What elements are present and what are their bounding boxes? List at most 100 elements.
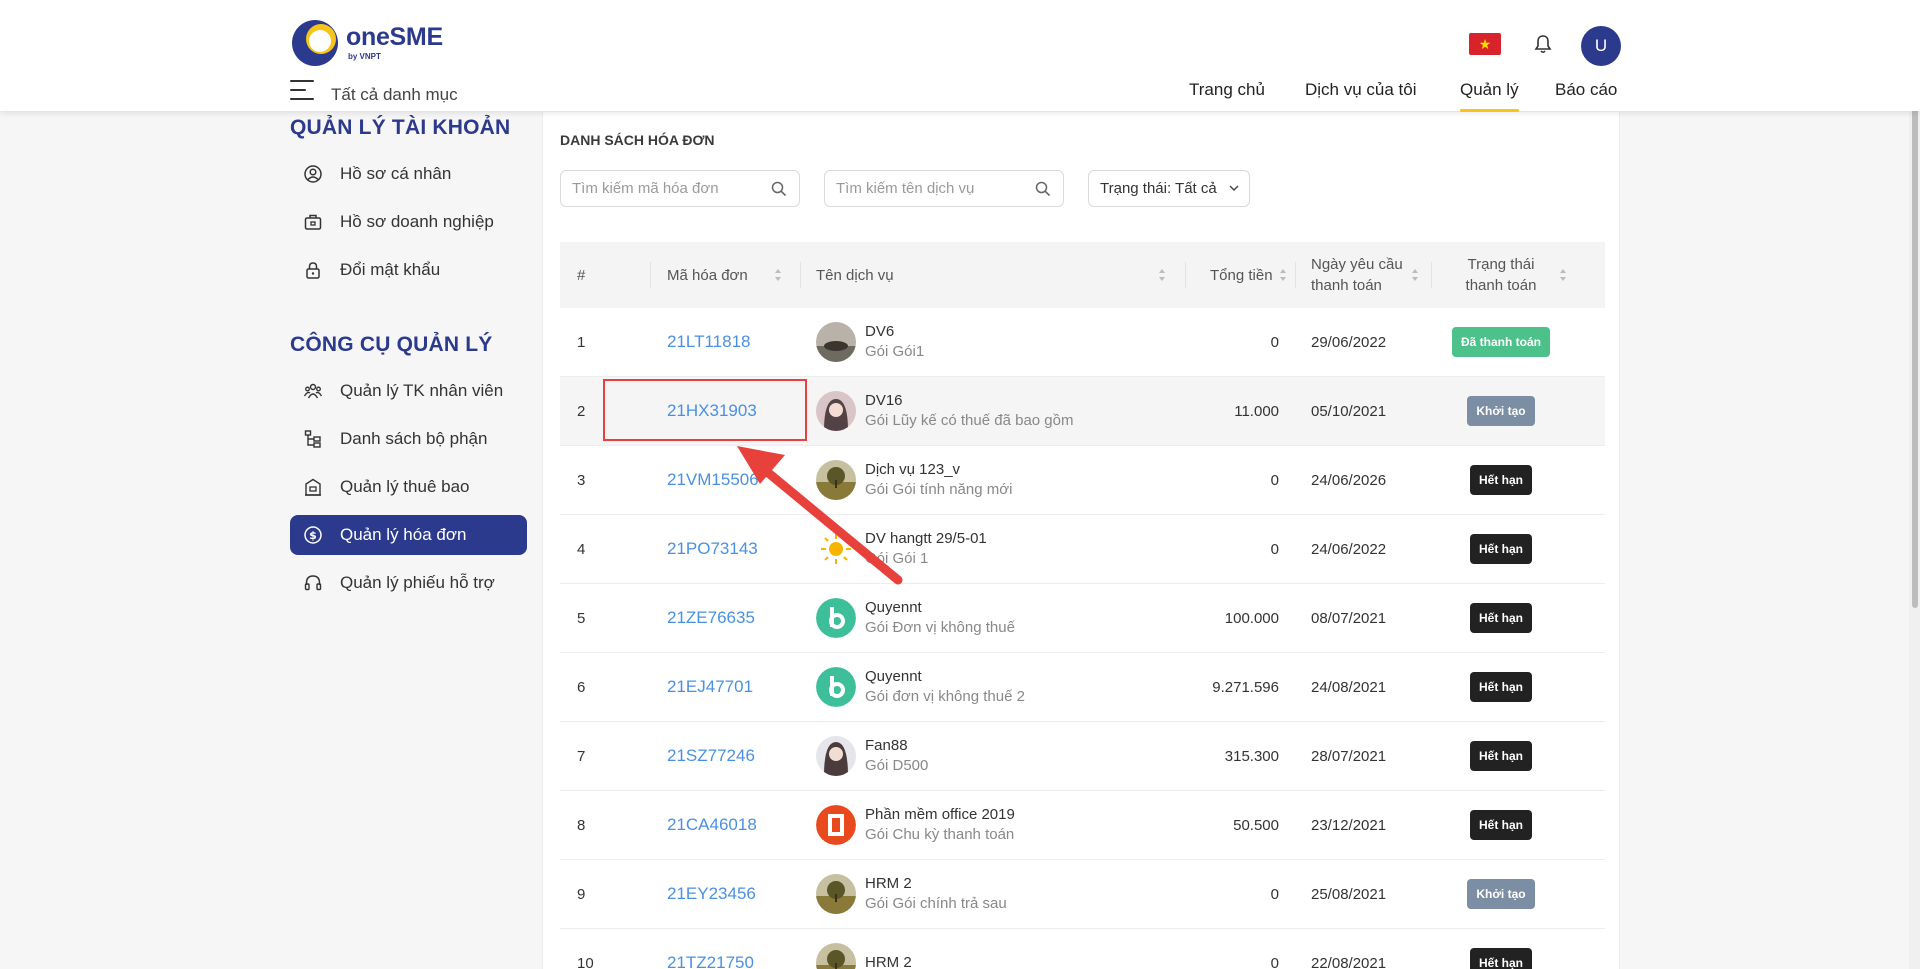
invoice-code-link[interactable]: 21LT11818 [667, 332, 751, 352]
table-header: # Mã hóa đơn Tên dịch vụ Tổng tiền Ngày … [560, 242, 1605, 308]
col-invoice-code[interactable]: Mã hóa đơn [650, 242, 800, 308]
sidebar-item-label: Quản lý thuê bao [340, 477, 470, 496]
status-badge: Hết hạn [1469, 465, 1532, 495]
nav-management[interactable]: Quản lý [1460, 80, 1519, 112]
sidebar-item-business-profile[interactable]: Hồ sơ doanh nghiệp [290, 202, 530, 242]
sidebar-item-label: Quản lý phiếu hỗ trợ [340, 573, 495, 592]
user-avatar[interactable]: U [1581, 26, 1621, 66]
sidebar-item-invoices[interactable]: $ Quản lý hóa đơn [290, 515, 527, 555]
col-service-name[interactable]: Tên dịch vụ [800, 242, 1185, 308]
invoice-total: 50.500 [1233, 816, 1279, 834]
onesme-logo[interactable]: oneSME by VNPT [292, 20, 443, 66]
tree-thumbnail [816, 943, 856, 969]
portrait-thumbnail [816, 391, 856, 431]
status-filter-select[interactable]: Trạng thái: Tất cả [1088, 170, 1250, 207]
sidebar-item-change-password[interactable]: Đổi mật khẩu [290, 250, 530, 290]
sidebar-item-subscriptions[interactable]: Quản lý thuê bao [290, 467, 530, 507]
nav-my-services[interactable]: Dịch vụ của tôi [1305, 80, 1417, 100]
service-name-search-input[interactable] [825, 171, 1063, 206]
b-logo-icon [816, 667, 856, 707]
invoice-table: # Mã hóa đơn Tên dịch vụ Tổng tiền Ngày … [560, 242, 1605, 969]
b-logo-icon [816, 598, 856, 638]
bell-icon[interactable] [1534, 34, 1552, 54]
invoice-code-link[interactable]: 21ZE76635 [667, 608, 755, 628]
col-request-date[interactable]: Ngày yêu cầu thanh toán [1295, 242, 1431, 308]
status-badge: Hết hạn [1469, 672, 1532, 702]
row-index: 1 [577, 333, 586, 351]
tree-thumbnail [816, 874, 856, 914]
landscape-thumbnail [816, 322, 856, 362]
sidebar-item-label: Hồ sơ cá nhân [340, 164, 452, 183]
scrollbar-thumb[interactable] [1912, 28, 1918, 608]
request-date: 24/06/2022 [1311, 540, 1387, 558]
invoice-total: 0 [1270, 540, 1279, 558]
col-payment-status[interactable]: Trạng thái thanh toán [1431, 242, 1605, 308]
invoice-code-link[interactable]: 21CA46018 [667, 815, 757, 835]
portrait-thumbnail [816, 736, 856, 776]
service-name-search[interactable] [824, 170, 1064, 207]
top-header: oneSME by VNPT Tất cả danh mục ★ U Trang… [0, 0, 1920, 112]
table-row[interactable]: 8 21CA46018 Phần mềm office 2019 Gói Chu kỳ… [560, 791, 1605, 860]
invoice-code-link[interactable]: 21EY23456 [667, 884, 756, 904]
invoice-panel: DANH SÁCH HÓA ĐƠN Trạng thái: Tất cả # M… [542, 112, 1620, 969]
sort-icon[interactable] [1559, 268, 1567, 282]
invoice-code-link[interactable]: 21EJ47701 [667, 677, 753, 697]
service-package: Gói đơn vị không thuế 2 [865, 688, 1025, 705]
page-title: DANH SÁCH HÓA ĐƠN [560, 132, 715, 148]
hamburger-menu-icon[interactable] [290, 80, 314, 102]
request-date: 24/08/2021 [1311, 678, 1387, 696]
sort-icon[interactable] [774, 268, 782, 282]
sun-icon [816, 529, 856, 569]
service-package: Gói Gói chính trả sau [865, 895, 1007, 912]
service-name: DV hangtt 29/5-01 [865, 529, 987, 547]
invoice-code-search[interactable] [560, 170, 800, 207]
office-logo-icon [816, 805, 856, 845]
sort-icon[interactable] [1158, 268, 1166, 282]
invoice-code-link[interactable]: 21TZ21750 [667, 953, 754, 969]
briefcase-icon [304, 214, 322, 230]
table-row[interactable]: 10 21TZ21750 HRM 2 0 22/08/2021 Hết hạn [560, 929, 1605, 969]
user-circle-icon [304, 165, 322, 183]
table-row[interactable]: 5 21ZE76635 Quyennt Gói Đơn vị không thuế 10… [560, 584, 1605, 653]
status-badge: Hết hạn [1469, 741, 1532, 771]
nav-reports[interactable]: Báo cáo [1555, 80, 1617, 100]
invoice-code-link[interactable]: 21SZ77246 [667, 746, 755, 766]
all-categories-label[interactable]: Tất cả danh mục [331, 85, 458, 105]
invoice-code-search-input[interactable] [561, 171, 799, 206]
table-row[interactable]: 6 21EJ47701 Quyennt Gói đơn vị không thuế 2… [560, 653, 1605, 722]
users-icon [304, 383, 322, 399]
sidebar-item-departments[interactable]: Danh sách bộ phận [290, 419, 530, 459]
page-scrollbar[interactable] [1909, 0, 1920, 969]
sidebar-item-personal-profile[interactable]: Hồ sơ cá nhân [290, 154, 530, 194]
service-package: Gói Gói tính năng mới [865, 481, 1013, 498]
sidebar-item-support-tickets[interactable]: Quản lý phiếu hỗ trợ [290, 563, 530, 603]
search-icon[interactable] [1035, 181, 1051, 197]
nav-home[interactable]: Trang chủ [1189, 80, 1265, 100]
table-row[interactable]: 1 21LT11818 DV6 Gói Gói1 0 29/06/2022 Đã thanh… [560, 308, 1605, 377]
service-name: Fan88 [865, 736, 908, 754]
row-index: 7 [577, 747, 586, 765]
service-name: Quyennt [865, 667, 922, 685]
search-icon[interactable] [771, 181, 787, 197]
hierarchy-icon [304, 430, 321, 448]
account-section-title: QUẢN LÝ TÀI KHOẢN [290, 116, 511, 139]
service-package: Gói Gói 1 [865, 550, 929, 567]
status-filter-value: Trạng thái: Tất cả [1100, 180, 1217, 197]
invoice-total: 0 [1270, 333, 1279, 351]
invoice-code-link[interactable]: 21VM15506 [667, 470, 759, 490]
table-row[interactable]: 7 21SZ77246 Fan88 Gói D500 315.300 28/07/2021… [560, 722, 1605, 791]
col-total[interactable]: Tổng tiền [1185, 242, 1295, 308]
table-row[interactable]: 9 21EY23456 HRM 2 Gói Gói chính trả sau 0 25/… [560, 860, 1605, 929]
status-badge: Hết hạn [1469, 810, 1532, 840]
sidebar-item-employee-accounts[interactable]: Quản lý TK nhân viên [290, 371, 530, 411]
sort-icon[interactable] [1279, 268, 1287, 282]
table-row[interactable]: 3 21VM15506 Dịch vụ 123_v Gói Gói tính năng… [560, 446, 1605, 515]
service-name: DV6 [865, 322, 895, 340]
vietnam-flag-icon[interactable]: ★ [1469, 33, 1501, 55]
row-index: 4 [577, 540, 586, 558]
table-row[interactable]: 4 21PO73143 DV hangtt 29/5-01 Gói Gói 1 0 24/… [560, 515, 1605, 584]
invoice-code-link[interactable]: 21PO73143 [667, 539, 758, 559]
sort-icon[interactable] [1411, 268, 1419, 282]
request-date: 05/10/2021 [1311, 402, 1387, 420]
service-package: Gói Lũy kế có thuế đã bao gồm [865, 412, 1074, 429]
